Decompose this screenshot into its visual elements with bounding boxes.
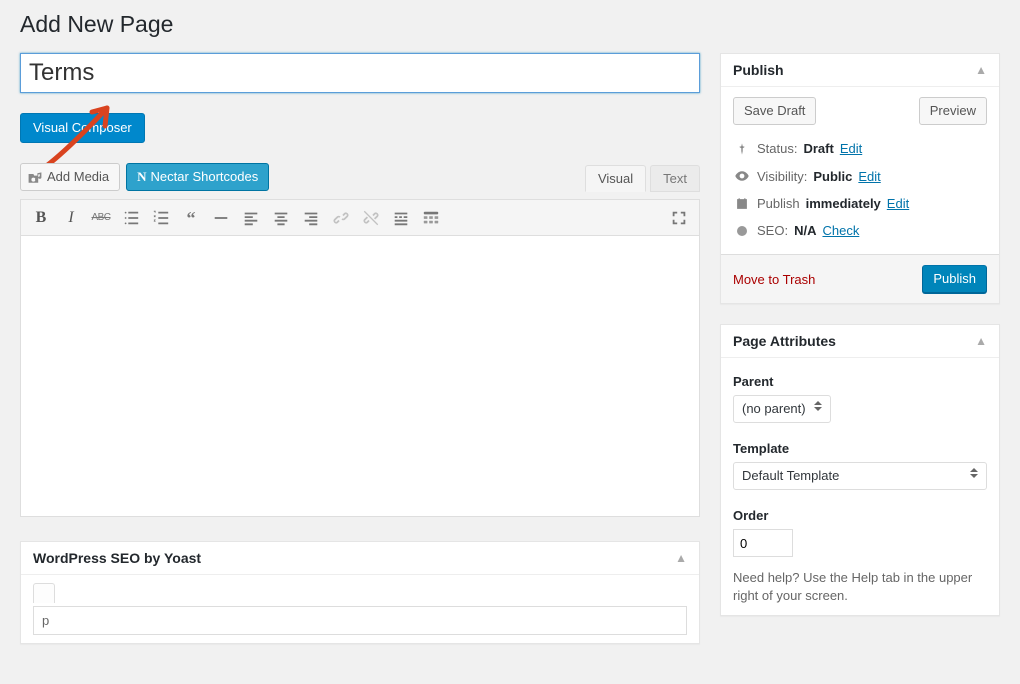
add-media-label: Add Media — [47, 164, 109, 190]
content-editable-area[interactable] — [21, 236, 699, 516]
seo-metabox: WordPress SEO by Yoast ▲ p — [20, 541, 700, 644]
order-input[interactable] — [733, 529, 793, 557]
page-attributes-metabox: Page Attributes ▲ Parent (no parent) Tem… — [720, 324, 1000, 616]
blockquote-button[interactable]: “ — [177, 205, 205, 231]
visual-composer-button[interactable]: Visual Composer — [20, 113, 145, 143]
template-label: Template — [733, 441, 987, 456]
preview-button[interactable]: Preview — [919, 97, 987, 125]
template-select[interactable]: Default Template — [733, 462, 987, 490]
horizontal-rule-button[interactable] — [207, 205, 235, 231]
editor-toolbar: B I ABC “ — [21, 200, 699, 236]
move-to-trash-link[interactable]: Move to Trash — [733, 272, 815, 287]
calendar-icon — [733, 197, 751, 211]
add-media-button[interactable]: Add Media — [20, 163, 120, 191]
page-title-input[interactable] — [20, 53, 700, 93]
toolbar-toggle-button[interactable] — [417, 205, 445, 231]
seo-tab[interactable] — [33, 583, 55, 603]
editor-tab-text[interactable]: Text — [650, 165, 700, 192]
status-label: Status: — [757, 141, 797, 156]
visibility-edit-link[interactable]: Edit — [858, 169, 880, 184]
nectar-label: Nectar Shortcodes — [151, 169, 259, 184]
order-label: Order — [733, 508, 987, 523]
page-title: Add New Page — [20, 10, 1000, 39]
attributes-help-text: Need help? Use the Help tab in the upper… — [733, 569, 987, 605]
parent-select[interactable]: (no parent) — [733, 395, 831, 423]
publish-collapse-icon[interactable]: ▲ — [975, 63, 987, 77]
align-left-button[interactable] — [237, 205, 265, 231]
link-button[interactable] — [327, 205, 355, 231]
content-editor: B I ABC “ — [20, 199, 700, 517]
publish-date-label: Publish — [757, 196, 800, 211]
unlink-button[interactable] — [357, 205, 385, 231]
seo-content-row: p — [33, 606, 687, 635]
visibility-value: Public — [813, 169, 852, 184]
seo-check-link[interactable]: Check — [822, 223, 859, 238]
status-edit-link[interactable]: Edit — [840, 141, 862, 156]
publish-date-edit-link[interactable]: Edit — [887, 196, 909, 211]
visibility-label: Visibility: — [757, 169, 807, 184]
camera-music-icon — [27, 169, 43, 185]
numbered-list-button[interactable] — [147, 205, 175, 231]
nectar-prefix-icon: N — [137, 169, 146, 184]
pin-icon — [733, 142, 751, 156]
attributes-collapse-icon[interactable]: ▲ — [975, 334, 987, 348]
parent-label: Parent — [733, 374, 987, 389]
attributes-title: Page Attributes — [733, 333, 836, 349]
publish-date-value: immediately — [806, 196, 881, 211]
bold-button[interactable]: B — [27, 205, 55, 231]
bullet-list-button[interactable] — [117, 205, 145, 231]
strikethrough-button[interactable]: ABC — [87, 205, 115, 231]
fullscreen-button[interactable] — [665, 205, 693, 231]
italic-button[interactable]: I — [57, 205, 85, 231]
seo-dot-icon — [733, 225, 751, 237]
align-right-button[interactable] — [297, 205, 325, 231]
seo-collapse-icon[interactable]: ▲ — [675, 551, 687, 565]
eye-icon — [733, 168, 751, 184]
insert-more-button[interactable] — [387, 205, 415, 231]
save-draft-button[interactable]: Save Draft — [733, 97, 816, 125]
editor-tab-visual[interactable]: Visual — [585, 165, 646, 192]
publish-title: Publish — [733, 62, 784, 78]
nectar-shortcodes-button[interactable]: N Nectar Shortcodes — [126, 163, 269, 191]
publish-button[interactable]: Publish — [922, 265, 987, 293]
publish-metabox: Publish ▲ Save Draft Preview Status: Dra… — [720, 53, 1000, 304]
align-center-button[interactable] — [267, 205, 295, 231]
seo-value: N/A — [794, 223, 816, 238]
seo-label: SEO: — [757, 223, 788, 238]
status-value: Draft — [803, 141, 833, 156]
seo-box-title: WordPress SEO by Yoast — [33, 550, 201, 566]
